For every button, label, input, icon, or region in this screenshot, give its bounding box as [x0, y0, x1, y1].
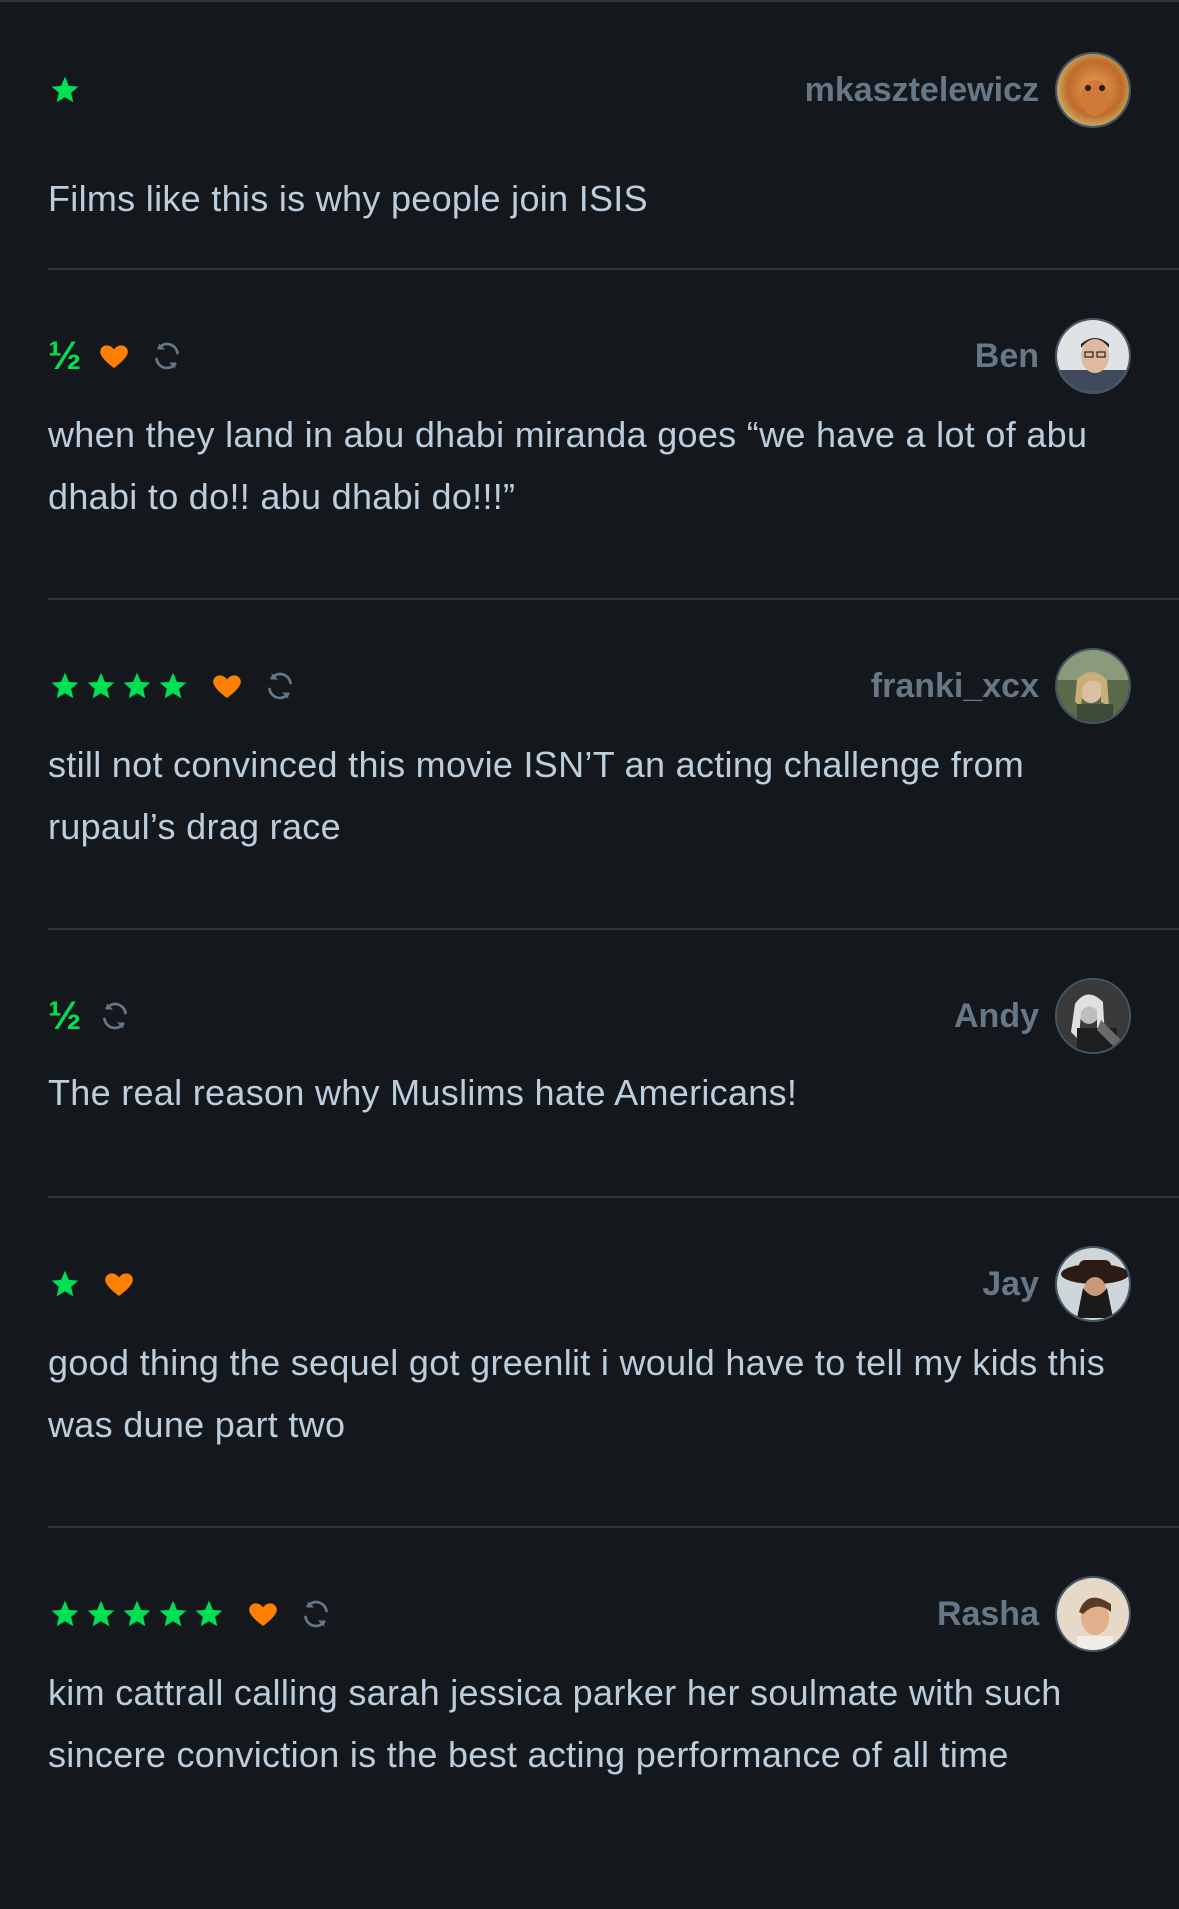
star-icon [51, 76, 79, 103]
rating-row [48, 1246, 136, 1322]
star-icon [51, 1600, 79, 1627]
avatar[interactable] [1055, 978, 1131, 1054]
username[interactable]: Ben [975, 337, 1039, 376]
heart-icon [100, 345, 129, 368]
review-card[interactable]: ½ Ben when they land in abu dhabi mirand… [48, 270, 1179, 600]
review-text: kim cattrall calling sarah jessica parke… [48, 1672, 1062, 1775]
username[interactable]: Andy [954, 997, 1039, 1036]
review-meta: ½ Ben [48, 318, 1131, 394]
rewatch-icon [155, 342, 180, 370]
star-icon [51, 672, 79, 699]
review-card[interactable]: franki_xcx still not convinced this movi… [48, 600, 1179, 930]
rating-row: ½ [48, 978, 133, 1054]
star-icon [159, 1600, 187, 1627]
star-icon [123, 1600, 151, 1627]
username[interactable]: mkasztelewicz [805, 71, 1039, 110]
heart-icon [249, 1603, 277, 1626]
review-feed: mkasztelewicz Films like this is why peo… [0, 0, 1179, 1909]
username[interactable]: Rasha [937, 1595, 1039, 1634]
username[interactable]: Jay [982, 1265, 1039, 1304]
review-author[interactable]: franki_xcx [871, 648, 1131, 724]
avatar[interactable] [1055, 318, 1131, 394]
star-rating [48, 1598, 228, 1630]
half-star-rating: ½ [48, 334, 81, 378]
star-rating [48, 670, 192, 702]
review-meta: Jay [48, 1246, 1131, 1322]
star-icon [159, 672, 187, 699]
avatar[interactable] [1055, 648, 1131, 724]
review-author[interactable]: Andy [954, 978, 1131, 1054]
star-rating [48, 74, 84, 106]
star-icon [87, 672, 115, 699]
avatar[interactable] [1055, 1576, 1131, 1652]
avatar[interactable] [1055, 1246, 1131, 1322]
star-icon [51, 1270, 79, 1297]
review-author[interactable]: Rasha [937, 1576, 1131, 1652]
review-text: good thing the sequel got greenlit i wou… [48, 1342, 1106, 1445]
review-author[interactable]: Jay [982, 1246, 1131, 1322]
review-card[interactable]: ½ Andy The real reason why Muslims hate … [48, 930, 1179, 1198]
heart-icon [105, 1273, 133, 1296]
heart-icon [213, 675, 241, 698]
review-author[interactable]: mkasztelewicz [805, 52, 1131, 128]
review-meta: Rasha [48, 1576, 1131, 1652]
review-text: The real reason why Muslims hate America… [48, 1072, 798, 1113]
star-icon [87, 1600, 115, 1627]
avatar[interactable] [1055, 52, 1131, 128]
review-card[interactable]: Rasha kim cattrall calling sarah jessica… [48, 1528, 1179, 1909]
review-author[interactable]: Ben [975, 318, 1131, 394]
star-rating [48, 1268, 84, 1300]
review-text: Films like this is why people join ISIS [48, 178, 648, 219]
review-text: when they land in abu dhabi miranda goes… [48, 414, 1088, 517]
rating-row [48, 648, 298, 724]
review-text: still not convinced this movie ISN’T an … [48, 744, 1025, 847]
rewatch-icon [103, 1002, 128, 1030]
review-card[interactable]: mkasztelewicz Films like this is why peo… [48, 2, 1179, 270]
half-star-rating: ½ [48, 994, 81, 1038]
star-icon [195, 1600, 223, 1627]
rating-row [48, 1576, 334, 1652]
review-meta: mkasztelewicz [48, 52, 1131, 128]
review-meta: ½ Andy [48, 978, 1131, 1054]
star-icon [123, 672, 151, 699]
username[interactable]: franki_xcx [871, 667, 1039, 706]
review-meta: franki_xcx [48, 648, 1131, 724]
review-card[interactable]: Jay good thing the sequel got greenlit i… [48, 1198, 1179, 1528]
rewatch-icon [304, 1600, 328, 1628]
rating-row: ½ [48, 318, 185, 394]
rating-row [48, 52, 84, 128]
rewatch-icon [268, 672, 292, 700]
